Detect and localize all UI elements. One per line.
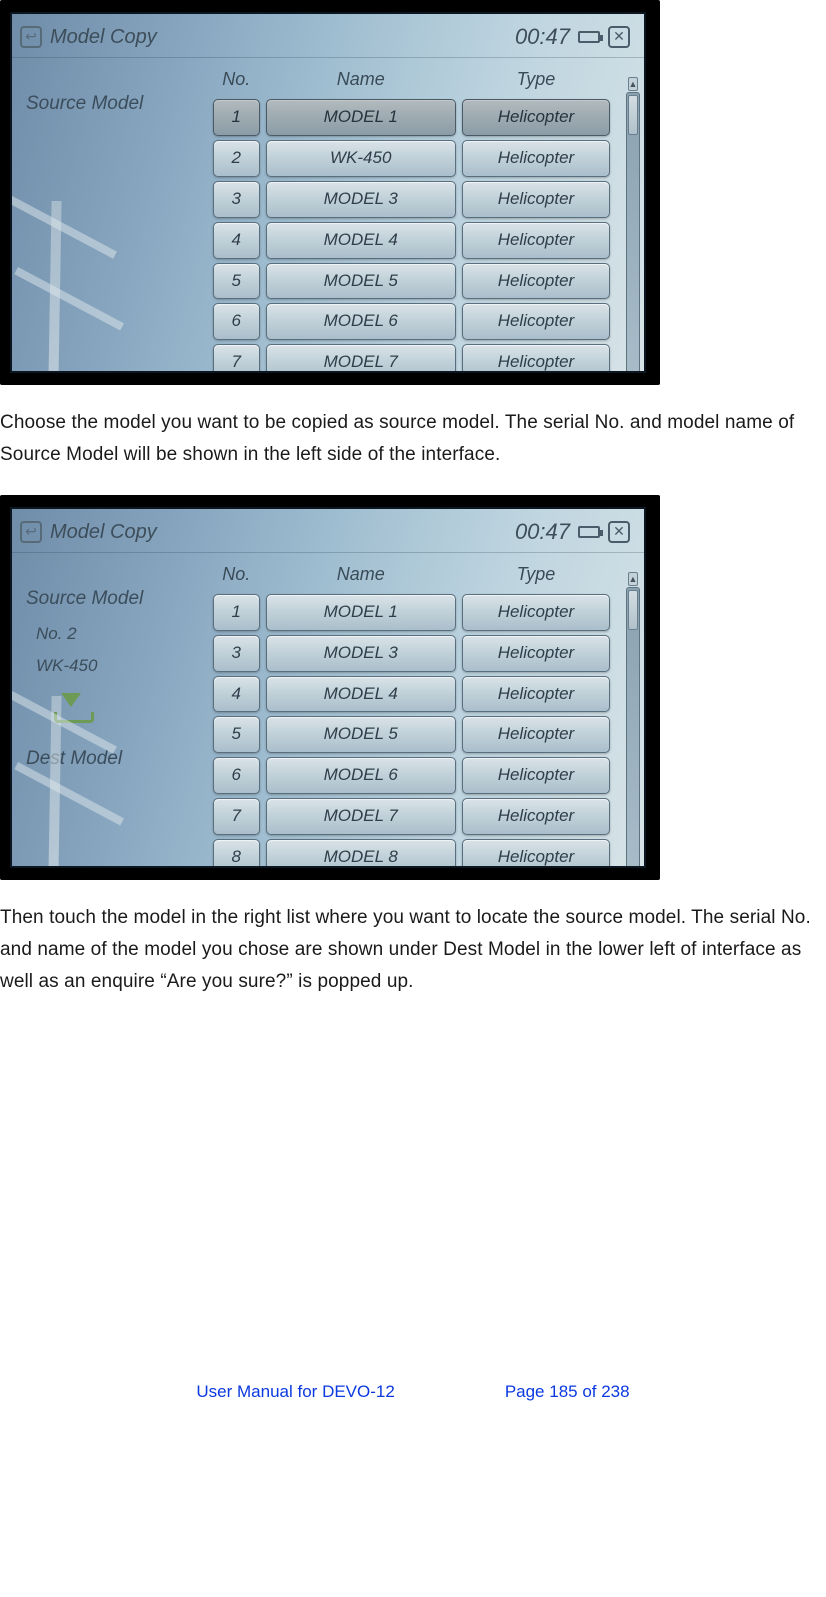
cell-name[interactable]: MODEL 7	[266, 344, 456, 373]
cell-no[interactable]: 7	[213, 344, 260, 373]
scroll-thumb[interactable]	[628, 95, 638, 135]
cell-name[interactable]: MODEL 5	[266, 716, 456, 753]
table-row[interactable]: 7MODEL 7Helicopter	[213, 798, 610, 835]
table-row[interactable]: 6MODEL 6Helicopter	[213, 303, 610, 340]
scrollbar[interactable]: ▲ ▼	[626, 587, 640, 868]
source-model-label: Source Model	[26, 583, 199, 615]
back-icon[interactable]: ↩	[20, 26, 42, 48]
source-model-no: No. 2	[36, 620, 199, 649]
cell-no[interactable]: 2	[213, 140, 260, 177]
clock-text: 00:47	[515, 513, 570, 550]
cell-no[interactable]: 5	[213, 716, 260, 753]
battery-icon	[578, 31, 600, 43]
table-row[interactable]: 3MODEL 3Helicopter	[213, 635, 610, 672]
download-arrow-icon	[54, 693, 88, 723]
table-row[interactable]: 5MODEL 5Helicopter	[213, 263, 610, 300]
cell-type[interactable]: Helicopter	[462, 839, 610, 868]
battery-icon	[578, 526, 600, 538]
col-header-name: Name	[266, 64, 456, 95]
cell-no[interactable]: 3	[213, 635, 260, 672]
cell-no[interactable]: 6	[213, 757, 260, 794]
table-row[interactable]: 1MODEL 1Helicopter	[213, 594, 610, 631]
cell-name[interactable]: MODEL 8	[266, 839, 456, 868]
doc-title: User Manual for DEVO-12	[196, 1378, 394, 1407]
cell-name[interactable]: MODEL 1	[266, 594, 456, 631]
device-photo-2: ↩ Model Copy 00:47 ✕ Source Model No. 2 …	[0, 495, 660, 880]
cell-no[interactable]: 1	[213, 594, 260, 631]
close-icon[interactable]: ✕	[608, 26, 630, 48]
cell-type[interactable]: Helicopter	[462, 635, 610, 672]
paragraph-1: Choose the model you want to be copied a…	[0, 407, 826, 471]
paragraph-2: Then touch the model in the right list w…	[0, 902, 826, 998]
cell-name[interactable]: WK-450	[266, 140, 456, 177]
window-titlebar: ↩ Model Copy 00:47 ✕	[12, 14, 644, 58]
device-photo-1: ↩ Model Copy 00:47 ✕ Source Model No. Na…	[0, 0, 660, 385]
cell-name[interactable]: MODEL 6	[266, 757, 456, 794]
cell-no[interactable]: 1	[213, 99, 260, 136]
cell-type[interactable]: Helicopter	[462, 757, 610, 794]
cell-name[interactable]: MODEL 4	[266, 222, 456, 259]
cell-type[interactable]: Helicopter	[462, 222, 610, 259]
table-row[interactable]: 8MODEL 8Helicopter	[213, 839, 610, 868]
window-titlebar: ↩ Model Copy 00:47 ✕	[12, 509, 644, 553]
cell-no[interactable]: 7	[213, 798, 260, 835]
scroll-thumb[interactable]	[628, 590, 638, 630]
col-header-no: No.	[213, 64, 260, 95]
cell-name[interactable]: MODEL 4	[266, 676, 456, 713]
model-table: No. Name Type 1MODEL 1Helicopter2WK-450H…	[207, 60, 616, 373]
cell-no[interactable]: 8	[213, 839, 260, 868]
cell-type[interactable]: Helicopter	[462, 181, 610, 218]
table-row[interactable]: 4MODEL 4Helicopter	[213, 222, 610, 259]
cell-name[interactable]: MODEL 3	[266, 181, 456, 218]
col-header-type: Type	[462, 559, 610, 590]
scroll-up-icon[interactable]: ▲	[628, 572, 638, 586]
table-row[interactable]: 2WK-450Helicopter	[213, 140, 610, 177]
window-title: Model Copy	[50, 515, 157, 549]
col-header-no: No.	[213, 559, 260, 590]
cell-name[interactable]: MODEL 3	[266, 635, 456, 672]
table-row[interactable]: 7MODEL 7Helicopter	[213, 344, 610, 373]
cell-no[interactable]: 4	[213, 676, 260, 713]
cell-type[interactable]: Helicopter	[462, 676, 610, 713]
cell-type[interactable]: Helicopter	[462, 594, 610, 631]
cell-no[interactable]: 4	[213, 222, 260, 259]
cell-name[interactable]: MODEL 1	[266, 99, 456, 136]
source-model-name: WK-450	[36, 652, 199, 681]
page-number: Page 185 of 238	[505, 1378, 630, 1407]
scroll-up-icon[interactable]: ▲	[628, 77, 638, 91]
close-icon[interactable]: ✕	[608, 521, 630, 543]
table-row[interactable]: 4MODEL 4Helicopter	[213, 676, 610, 713]
model-table: No. Name Type 1MODEL 1Helicopter3MODEL 3…	[207, 555, 616, 868]
cell-type[interactable]: Helicopter	[462, 716, 610, 753]
window-title: Model Copy	[50, 20, 157, 54]
cell-type[interactable]: Helicopter	[462, 344, 610, 373]
cell-type[interactable]: Helicopter	[462, 303, 610, 340]
cell-type[interactable]: Helicopter	[462, 99, 610, 136]
cell-type[interactable]: Helicopter	[462, 263, 610, 300]
source-model-label: Source Model	[26, 88, 199, 120]
cell-no[interactable]: 6	[213, 303, 260, 340]
table-row[interactable]: 6MODEL 6Helicopter	[213, 757, 610, 794]
scrollbar[interactable]: ▲ ▼	[626, 92, 640, 373]
cell-name[interactable]: MODEL 6	[266, 303, 456, 340]
table-row[interactable]: 3MODEL 3Helicopter	[213, 181, 610, 218]
cell-name[interactable]: MODEL 5	[266, 263, 456, 300]
table-row[interactable]: 5MODEL 5Helicopter	[213, 716, 610, 753]
cell-no[interactable]: 5	[213, 263, 260, 300]
cell-type[interactable]: Helicopter	[462, 140, 610, 177]
cell-name[interactable]: MODEL 7	[266, 798, 456, 835]
cell-no[interactable]: 3	[213, 181, 260, 218]
col-header-name: Name	[266, 559, 456, 590]
clock-text: 00:47	[515, 18, 570, 55]
col-header-type: Type	[462, 64, 610, 95]
cell-type[interactable]: Helicopter	[462, 798, 610, 835]
table-row[interactable]: 1MODEL 1Helicopter	[213, 99, 610, 136]
page-footer: User Manual for DEVO-12 Page 185 of 238	[0, 1378, 826, 1407]
dest-model-label: Dest Model	[26, 743, 199, 775]
back-icon[interactable]: ↩	[20, 521, 42, 543]
